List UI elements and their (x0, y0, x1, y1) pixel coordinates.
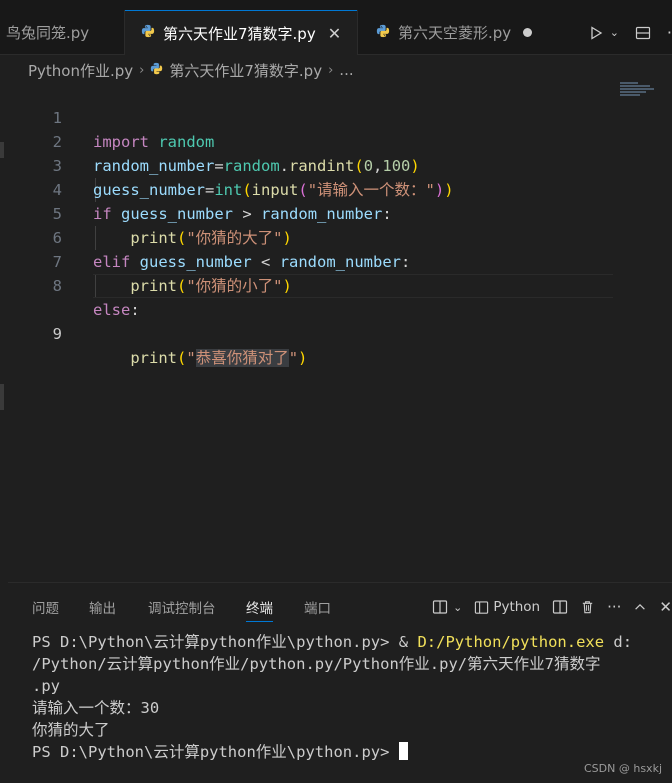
split-terminal-icon[interactable]: ⌄ (432, 599, 462, 615)
tab-problems[interactable]: 问题 (32, 597, 59, 621)
terminal-prompt-line: PS D:\Python\云计算python作业\python.py> (32, 741, 652, 763)
editor-actions: ⌄ · (580, 10, 672, 55)
tab-output[interactable]: 输出 (89, 597, 116, 621)
bottom-panel: 问题 输出 调试控制台 终端 端口 ⌄ Python ··· ✕ PS D:\P… (8, 582, 672, 783)
chevron-down-icon[interactable]: ⌄ (453, 601, 462, 614)
python-file-icon (141, 24, 155, 42)
terminal-line: .py (32, 677, 60, 695)
current-line-highlight (93, 274, 613, 298)
tab-label: 鸟兔同笼.py (6, 24, 90, 42)
code-line: 7 print("你猜的小了") (0, 226, 672, 295)
tab-terminal[interactable]: 终端 (246, 597, 273, 622)
terminal-line: /Python/云计算python作业/python.py/Python作业.p… (32, 655, 601, 673)
tab-label: 第六天作业7猜数字.py (163, 24, 316, 43)
breadcrumb-more[interactable]: ... (339, 61, 353, 79)
code-text: else: (93, 301, 140, 319)
code-line: 8 else: (0, 250, 672, 319)
watermark: CSDN @ hsxkj (584, 762, 662, 775)
terminal-line: 请输入一个数：30 (32, 699, 160, 717)
chevron-right-icon: › (139, 62, 145, 78)
more-icon[interactable]: ··· (607, 598, 621, 616)
terminal-cursor (398, 742, 408, 760)
tab-ports[interactable]: 端口 (304, 597, 331, 621)
line-number: 9 (52, 325, 62, 343)
run-icon[interactable]: ⌄ (588, 25, 619, 41)
breadcrumb-folder[interactable]: Python作业.py (28, 60, 133, 81)
terminal-line: PS D:\Python\云计算python作业\python.py> & D:… (32, 633, 633, 651)
code-line: 3 guess_number=int(input("请输入一个数：")) (0, 130, 672, 199)
code-line-current: 9 print("恭喜你猜对了") (0, 274, 672, 367)
code-line: 6 elif guess_number < random_number: (0, 202, 672, 271)
more-actions-icon[interactable]: · (667, 23, 672, 42)
close-icon[interactable]: ✕ (328, 24, 341, 43)
panel-tab-bar: 问题 输出 调试控制台 终端 端口 ⌄ Python ··· ✕ (8, 583, 672, 629)
trash-icon[interactable] (580, 599, 595, 615)
code-line: 4 if guess_number > random_number: (0, 154, 672, 223)
code-line: 1 import random (0, 82, 672, 151)
terminal-profile[interactable]: Python (474, 599, 540, 615)
code-editor[interactable]: 1 import random 2 random_number=random.r… (0, 82, 672, 582)
terminal-output[interactable]: PS D:\Python\云计算python作业\python.py> & D:… (32, 631, 652, 763)
chevron-right-icon: › (328, 62, 334, 78)
chevron-up-icon[interactable] (633, 600, 647, 614)
python-file-icon (150, 61, 163, 79)
terminal-line: 你猜的大了 (32, 721, 110, 739)
tab-label: 第六天空菱形.py (398, 24, 512, 42)
unsaved-dot-icon[interactable] (523, 28, 533, 37)
chevron-down-icon[interactable]: ⌄ (610, 26, 619, 39)
python-file-icon (376, 24, 390, 42)
tab-guess-number[interactable]: 第六天作业7猜数字.py ✕ (125, 10, 357, 55)
code-line: 2 random_number=random.randint(0,100) (0, 106, 672, 175)
breadcrumb: Python作业.py › 第六天作业7猜数字.py › ... (28, 58, 354, 82)
breadcrumb-file[interactable]: 第六天作业7猜数字.py (169, 60, 322, 81)
code-line: 5 print("你猜的大了") (0, 178, 672, 247)
tab-hollow-diamond[interactable]: 第六天空菱形.py (358, 10, 556, 55)
editor-tab-bar: 鸟兔同笼.py 第六天作业7猜数字.py ✕ 第六天空菱形.py ⌄ · (0, 0, 672, 55)
terminal-panel-icon (475, 600, 489, 614)
panel-actions: ⌄ Python ··· ✕ (426, 595, 672, 619)
code-text: print("恭喜你猜对了") (130, 349, 308, 367)
tab-bird-rabbit[interactable]: 鸟兔同笼.py (0, 10, 124, 55)
terminal-profile-label: Python (493, 599, 541, 615)
close-icon[interactable]: ✕ (659, 598, 672, 616)
split-panel-icon[interactable] (552, 599, 568, 615)
split-editor-icon[interactable] (635, 25, 651, 41)
tab-debug-console[interactable]: 调试控制台 (148, 597, 216, 621)
